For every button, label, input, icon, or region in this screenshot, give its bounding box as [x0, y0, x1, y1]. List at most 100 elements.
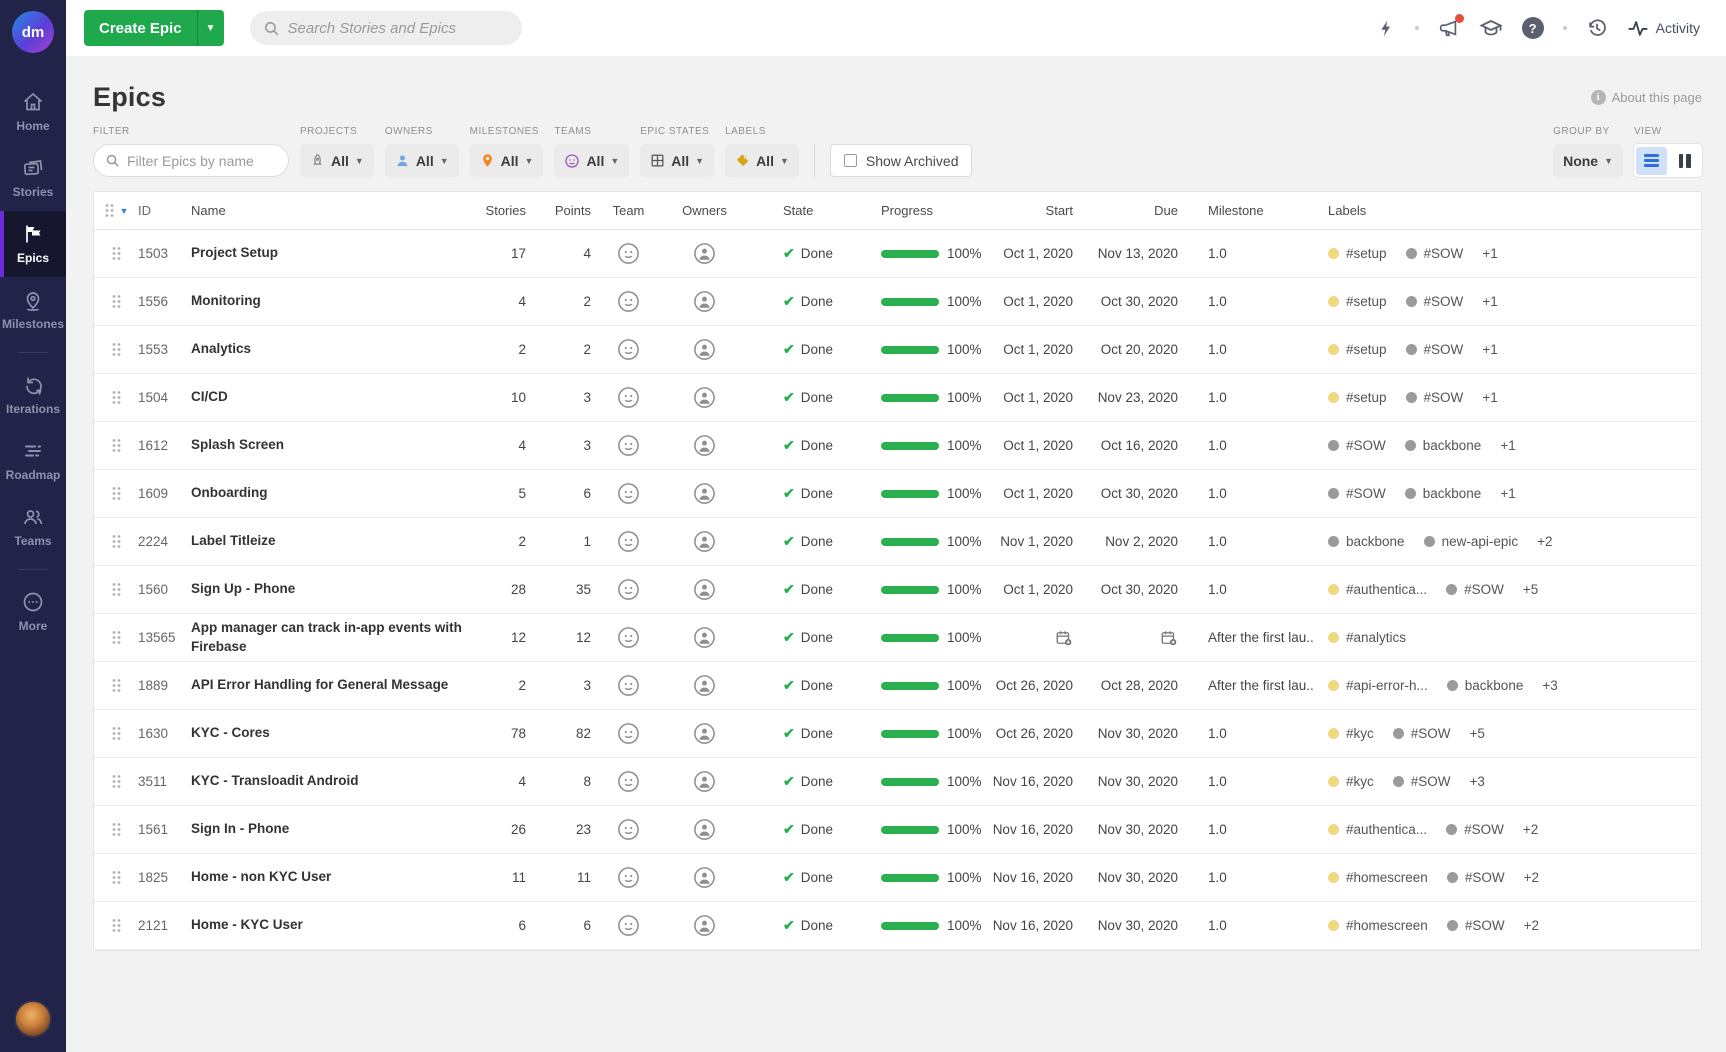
team-avatar-icon[interactable] — [617, 242, 640, 265]
more-labels-count[interactable]: +2 — [1537, 534, 1552, 549]
epic-name-link[interactable]: KYC - Transloadit Android — [191, 772, 481, 790]
epic-label[interactable]: new-api-epic — [1424, 534, 1519, 549]
epic-start-date[interactable]: Nov 16, 2020 — [983, 870, 1073, 885]
epic-label[interactable]: #kyc — [1328, 774, 1374, 789]
epic-label[interactable]: #setup — [1328, 246, 1387, 261]
activity-button[interactable]: Activity — [1627, 17, 1700, 39]
epic-due-date[interactable]: Oct 30, 2020 — [1073, 486, 1178, 501]
epic-name-link[interactable]: Monitoring — [191, 292, 481, 310]
learn-icon[interactable] — [1479, 16, 1503, 40]
drag-handle-icon[interactable] — [111, 678, 122, 693]
owner-avatar-icon[interactable] — [693, 866, 716, 889]
team-avatar-icon[interactable] — [617, 866, 640, 889]
epic-label[interactable]: #analytics — [1328, 630, 1406, 645]
drag-handle-icon[interactable] — [111, 870, 122, 885]
epic-milestone[interactable]: 1.0 — [1178, 726, 1313, 741]
owner-avatar-icon[interactable] — [693, 242, 716, 265]
epic-milestone[interactable]: 1.0 — [1178, 534, 1313, 549]
epic-label[interactable]: backbone — [1447, 678, 1524, 693]
drag-handle-icon[interactable] — [111, 630, 122, 645]
team-avatar-icon[interactable] — [617, 290, 640, 313]
epic-label[interactable]: #SOW — [1393, 774, 1451, 789]
drag-handle-icon[interactable] — [111, 390, 122, 405]
team-avatar-icon[interactable] — [617, 530, 640, 553]
epic-name-link[interactable]: Sign In - Phone — [191, 820, 481, 838]
more-labels-count[interactable]: +2 — [1523, 822, 1538, 837]
sidebar-item-milestones[interactable]: Milestones — [0, 277, 66, 343]
owner-avatar-icon[interactable] — [693, 386, 716, 409]
epic-start-date[interactable]: Oct 1, 2020 — [983, 390, 1073, 405]
epic-start-date[interactable]: Oct 1, 2020 — [983, 342, 1073, 357]
projects-filter-dropdown[interactable]: All ▼ — [300, 144, 374, 177]
more-labels-count[interactable]: +1 — [1500, 438, 1515, 453]
sidebar-item-more[interactable]: More — [0, 579, 66, 645]
owner-avatar-icon[interactable] — [693, 530, 716, 553]
milestones-filter-dropdown[interactable]: All ▼ — [470, 144, 544, 177]
epic-label[interactable]: #SOW — [1406, 294, 1464, 309]
epic-due-date[interactable]: Nov 2, 2020 — [1073, 534, 1178, 549]
header-start[interactable]: Start — [983, 203, 1073, 218]
more-labels-count[interactable]: +2 — [1524, 870, 1539, 885]
epic-label[interactable]: backbone — [1328, 534, 1405, 549]
about-this-page-link[interactable]: i About this page — [1591, 90, 1702, 105]
team-avatar-icon[interactable] — [617, 434, 640, 457]
epic-name-link[interactable]: Splash Screen — [191, 436, 481, 454]
search-input[interactable] — [288, 20, 509, 37]
more-labels-count[interactable]: +2 — [1524, 918, 1539, 933]
owner-avatar-icon[interactable] — [693, 434, 716, 457]
team-avatar-icon[interactable] — [617, 770, 640, 793]
create-epic-button[interactable]: Create Epic — [84, 10, 197, 46]
owner-avatar-icon[interactable] — [693, 482, 716, 505]
table-row[interactable]: 1553 Analytics 2 2 ✔ Done 100% Oct 1, 20… — [94, 326, 1701, 374]
epic-due-date[interactable]: Nov 23, 2020 — [1073, 390, 1178, 405]
epic-label[interactable]: #SOW — [1393, 726, 1451, 741]
teams-filter-dropdown[interactable]: All ▼ — [554, 144, 629, 177]
team-avatar-icon[interactable] — [617, 818, 640, 841]
team-avatar-icon[interactable] — [617, 722, 640, 745]
table-row[interactable]: 1560 Sign Up - Phone 28 35 ✔ Done 100% O… — [94, 566, 1701, 614]
table-row[interactable]: 1630 KYC - Cores 78 82 ✔ Done 100% Oct 2… — [94, 710, 1701, 758]
header-points[interactable]: Points — [526, 203, 591, 218]
table-row[interactable]: 1889 API Error Handling for General Mess… — [94, 662, 1701, 710]
table-row[interactable]: 1503 Project Setup 17 4 ✔ Done 100% Oct … — [94, 230, 1701, 278]
epic-label[interactable]: #authentica... — [1328, 582, 1427, 597]
filter-epics-input[interactable] — [127, 153, 277, 169]
create-epic-dropdown-button[interactable]: ▼ — [197, 10, 224, 46]
table-row[interactable]: 1556 Monitoring 4 2 ✔ Done 100% Oct 1, 2… — [94, 278, 1701, 326]
epic-label[interactable]: #setup — [1328, 342, 1387, 357]
table-row[interactable]: 1561 Sign In - Phone 26 23 ✔ Done 100% N… — [94, 806, 1701, 854]
epic-milestone[interactable]: 1.0 — [1178, 774, 1313, 789]
header-owners[interactable]: Owners — [666, 203, 743, 218]
epic-name-link[interactable]: Analytics — [191, 340, 481, 358]
epic-label[interactable]: backbone — [1405, 486, 1482, 501]
epic-label[interactable]: #SOW — [1406, 390, 1464, 405]
list-view-button[interactable] — [1636, 147, 1667, 175]
team-avatar-icon[interactable] — [617, 386, 640, 409]
table-row[interactable]: 2121 Home - KYC User 6 6 ✔ Done 100% Nov… — [94, 902, 1701, 950]
epic-label[interactable]: #SOW — [1328, 438, 1386, 453]
epic-due-date[interactable]: Nov 30, 2020 — [1073, 870, 1178, 885]
header-progress[interactable]: Progress — [863, 203, 983, 218]
epic-milestone[interactable]: 1.0 — [1178, 438, 1313, 453]
epic-due-date[interactable]: Oct 16, 2020 — [1073, 438, 1178, 453]
epic-name-filter[interactable] — [93, 144, 289, 177]
drag-handle-icon[interactable] — [111, 822, 122, 837]
drag-handle-icon[interactable] — [111, 726, 122, 741]
drag-handle-icon[interactable] — [111, 774, 122, 789]
epic-label[interactable]: #kyc — [1328, 726, 1374, 741]
more-labels-count[interactable]: +1 — [1482, 246, 1497, 261]
epic-label[interactable]: #homescreen — [1328, 918, 1428, 933]
epic-label[interactable]: #SOW — [1446, 582, 1504, 597]
table-row[interactable]: 1612 Splash Screen 4 3 ✔ Done 100% Oct 1… — [94, 422, 1701, 470]
global-search[interactable] — [250, 11, 522, 45]
drag-handle-icon[interactable] — [111, 918, 122, 933]
group-by-dropdown[interactable]: None ▼ — [1553, 144, 1623, 177]
header-milestone[interactable]: Milestone — [1178, 203, 1313, 218]
epic-start-date[interactable]: Oct 1, 2020 — [983, 486, 1073, 501]
epic-label[interactable]: #setup — [1328, 390, 1387, 405]
owner-avatar-icon[interactable] — [693, 722, 716, 745]
header-id[interactable]: ID — [138, 203, 191, 218]
drag-handle-icon[interactable] — [111, 534, 122, 549]
drag-handle-icon[interactable] — [111, 582, 122, 597]
owner-avatar-icon[interactable] — [693, 338, 716, 361]
